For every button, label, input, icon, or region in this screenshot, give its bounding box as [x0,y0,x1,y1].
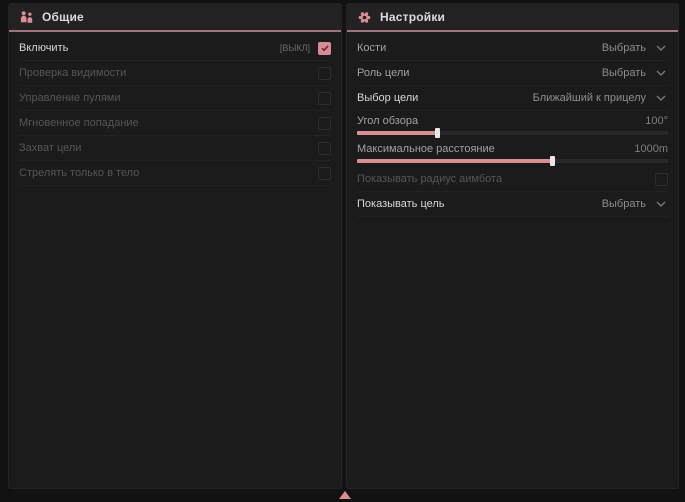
panel-general-header: Общие [9,4,341,32]
row-label: Показывать радиус аимбота [357,173,655,185]
bullet-control-checkbox[interactable] [318,92,331,105]
max-distance-value: 1000m [634,143,668,155]
row-show-target: Показывать цель Выбрать [357,192,668,217]
show-aimbot-radius-checkbox[interactable] [655,173,668,186]
row-label: Угол обзора [357,115,645,127]
target-lock-checkbox[interactable] [318,142,331,155]
row-label: Роль цели [357,67,602,79]
row-visibility-check: Проверка видимости [19,61,331,86]
row-instant-hit: Мгновенное попадание [19,111,331,136]
fov-slider-fill [357,131,438,135]
people-icon [19,10,34,25]
dropdown-value: Выбрать [602,67,646,79]
enable-checkbox[interactable] [318,42,331,55]
row-label: Показывать цель [357,198,602,210]
fov-slider-head: Угол обзора 100° [357,113,668,129]
target-choice-dropdown[interactable]: Ближайший к прицелу [533,92,668,104]
row-label: Выбор цели [357,92,533,104]
max-distance-slider-head: Максимальное расстояние 1000m [357,141,668,157]
panel-general-body: Включить [ВЫКЛ] Проверка видимости Управ… [9,32,341,186]
row-bones: Кости Выбрать [357,36,668,61]
hotkey-tag: [ВЫКЛ] [280,43,310,53]
panel-settings: Настройки Кости Выбрать Роль цели Выбрат… [346,3,679,489]
row-shoot-body-only: Стрелять только в тело [19,161,331,186]
fov-slider[interactable] [357,131,668,135]
chevron-down-icon [656,95,666,101]
instant-hit-checkbox[interactable] [318,117,331,130]
row-show-aimbot-radius: Показывать радиус аимбота [357,167,668,192]
chevron-down-icon [656,201,666,207]
shoot-body-only-checkbox[interactable] [318,167,331,180]
dropdown-value: Ближайший к прицелу [533,92,646,104]
row-target-choice: Выбор цели Ближайший к прицелу [357,86,668,111]
show-target-dropdown[interactable]: Выбрать [602,198,668,210]
row-label: Включить [19,42,280,54]
row-label: Кости [357,42,602,54]
chevron-down-icon [656,70,666,76]
visibility-check-checkbox[interactable] [318,67,331,80]
max-distance-slider-handle[interactable] [550,156,555,166]
checkmark-icon [320,43,330,53]
row-fov: Угол обзора 100° [357,111,668,139]
dropdown-value: Выбрать [602,42,646,54]
dropdown-value: Выбрать [602,198,646,210]
max-distance-slider-fill [357,159,553,163]
panel-title: Общие [42,10,84,24]
fov-value: 100° [645,115,668,127]
row-label: Проверка видимости [19,67,318,79]
mod-menu-window: Общие Включить [ВЫКЛ] Проверка видимости… [0,0,685,502]
row-max-distance: Максимальное расстояние 1000m [357,139,668,167]
row-label: Захват цели [19,142,318,154]
panel-general: Общие Включить [ВЫКЛ] Проверка видимости… [8,3,342,489]
chevron-down-icon [656,45,666,51]
row-label: Максимальное расстояние [357,143,634,155]
row-label: Управление пулями [19,92,318,104]
max-distance-slider[interactable] [357,159,668,163]
panel-settings-header: Настройки [347,4,678,32]
row-enable: Включить [ВЫКЛ] [19,36,331,61]
target-role-dropdown[interactable]: Выбрать [602,67,668,79]
panel-settings-body: Кости Выбрать Роль цели Выбрать [347,32,678,217]
gear-icon [357,10,372,25]
row-label: Стрелять только в тело [19,167,318,179]
row-label: Мгновенное попадание [19,117,318,129]
row-bullet-control: Управление пулями [19,86,331,111]
scroll-up-arrow-icon[interactable] [339,491,351,499]
panel-title: Настройки [380,10,445,24]
bones-dropdown[interactable]: Выбрать [602,42,668,54]
row-target-lock: Захват цели [19,136,331,161]
fov-slider-handle[interactable] [435,128,440,138]
row-target-role: Роль цели Выбрать [357,61,668,86]
